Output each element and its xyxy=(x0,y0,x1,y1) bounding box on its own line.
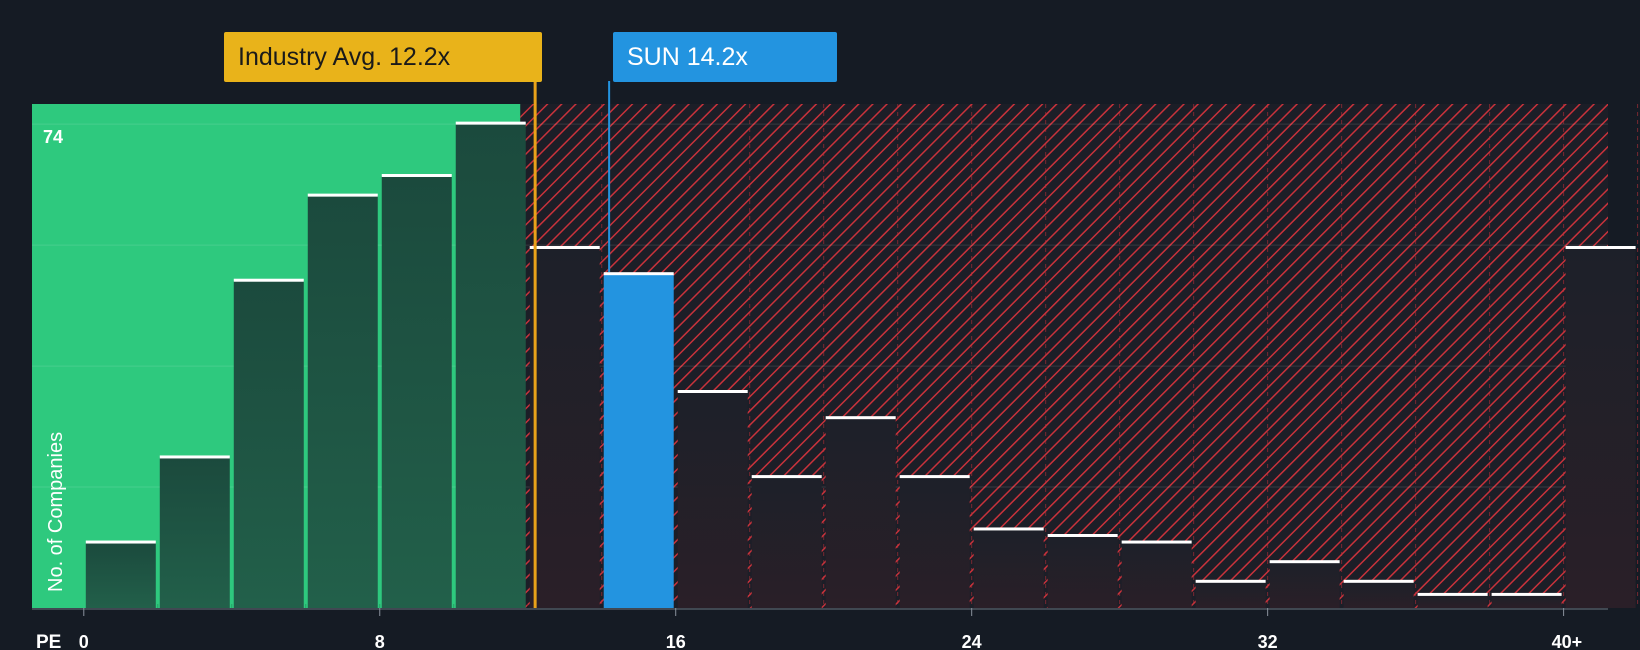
bar-cap xyxy=(1047,534,1118,537)
pe-distribution-chart: 0 8 16 24 32 40+ PE No. of Companies 74 xyxy=(32,81,1639,650)
company-pe-label: SUN 14.2x xyxy=(627,43,748,71)
bar-cap xyxy=(1343,579,1414,583)
company-pe-callout: SUN 14.2x xyxy=(613,32,837,82)
histogram-bar xyxy=(1121,542,1192,608)
bar-cap xyxy=(85,540,156,544)
x-tick-label: 24 xyxy=(962,632,982,650)
histogram-bar xyxy=(1417,594,1488,608)
histogram-bar xyxy=(159,457,230,608)
bar-cap xyxy=(381,174,452,177)
histogram-bar xyxy=(1195,581,1266,608)
histogram-bar xyxy=(899,477,970,608)
histogram-bar xyxy=(455,123,526,609)
y-axis-label: No. of Companies xyxy=(45,432,67,592)
industry-average-callout: Industry Avg. 12.2x xyxy=(224,32,542,82)
bar-cap xyxy=(677,390,748,393)
bar-cap xyxy=(603,272,674,276)
bar-cap xyxy=(1195,579,1266,583)
x-axis-ticks: 0 8 16 24 32 40+ xyxy=(79,608,1582,650)
histogram-bar xyxy=(1343,581,1414,608)
bar-cap xyxy=(973,527,1044,531)
histogram-bar xyxy=(825,418,896,608)
histogram-bar xyxy=(529,248,600,608)
x-tick-label: 40+ xyxy=(1552,632,1583,650)
histogram-bar xyxy=(1047,536,1118,608)
histogram-bar xyxy=(307,195,378,609)
company-bar xyxy=(603,274,674,608)
x-tick-label: 32 xyxy=(1258,632,1278,650)
histogram-bar xyxy=(1565,248,1636,608)
bar-cap xyxy=(1417,592,1488,596)
bar-cap xyxy=(233,278,304,282)
histogram-bar xyxy=(677,392,748,608)
histogram-bar xyxy=(1491,594,1562,608)
bar-cap xyxy=(1121,540,1192,544)
histogram-bar xyxy=(85,542,156,608)
y-max-label: 74 xyxy=(43,127,63,147)
bar-cap xyxy=(307,193,378,197)
histogram-bar xyxy=(233,280,304,608)
x-tick-label: 8 xyxy=(375,632,385,650)
bar-cap xyxy=(825,416,896,420)
bar-cap xyxy=(1565,246,1636,249)
histogram-bar xyxy=(751,477,822,608)
bar-cap xyxy=(529,246,600,249)
x-tick-label: 16 xyxy=(666,632,686,650)
bar-cap xyxy=(1269,560,1340,564)
bar-cap xyxy=(751,475,822,479)
histogram-bar xyxy=(973,529,1044,608)
bar-cap xyxy=(455,121,526,125)
x-tick-label: 0 xyxy=(79,632,89,650)
histogram-bar xyxy=(1269,562,1340,608)
histogram-bar xyxy=(381,176,452,608)
bar-cap xyxy=(1491,592,1562,596)
bar-cap xyxy=(899,475,970,479)
bar-cap xyxy=(159,455,230,459)
industry-average-label: Industry Avg. 12.2x xyxy=(238,43,451,71)
x-axis-label: PE xyxy=(36,632,61,650)
